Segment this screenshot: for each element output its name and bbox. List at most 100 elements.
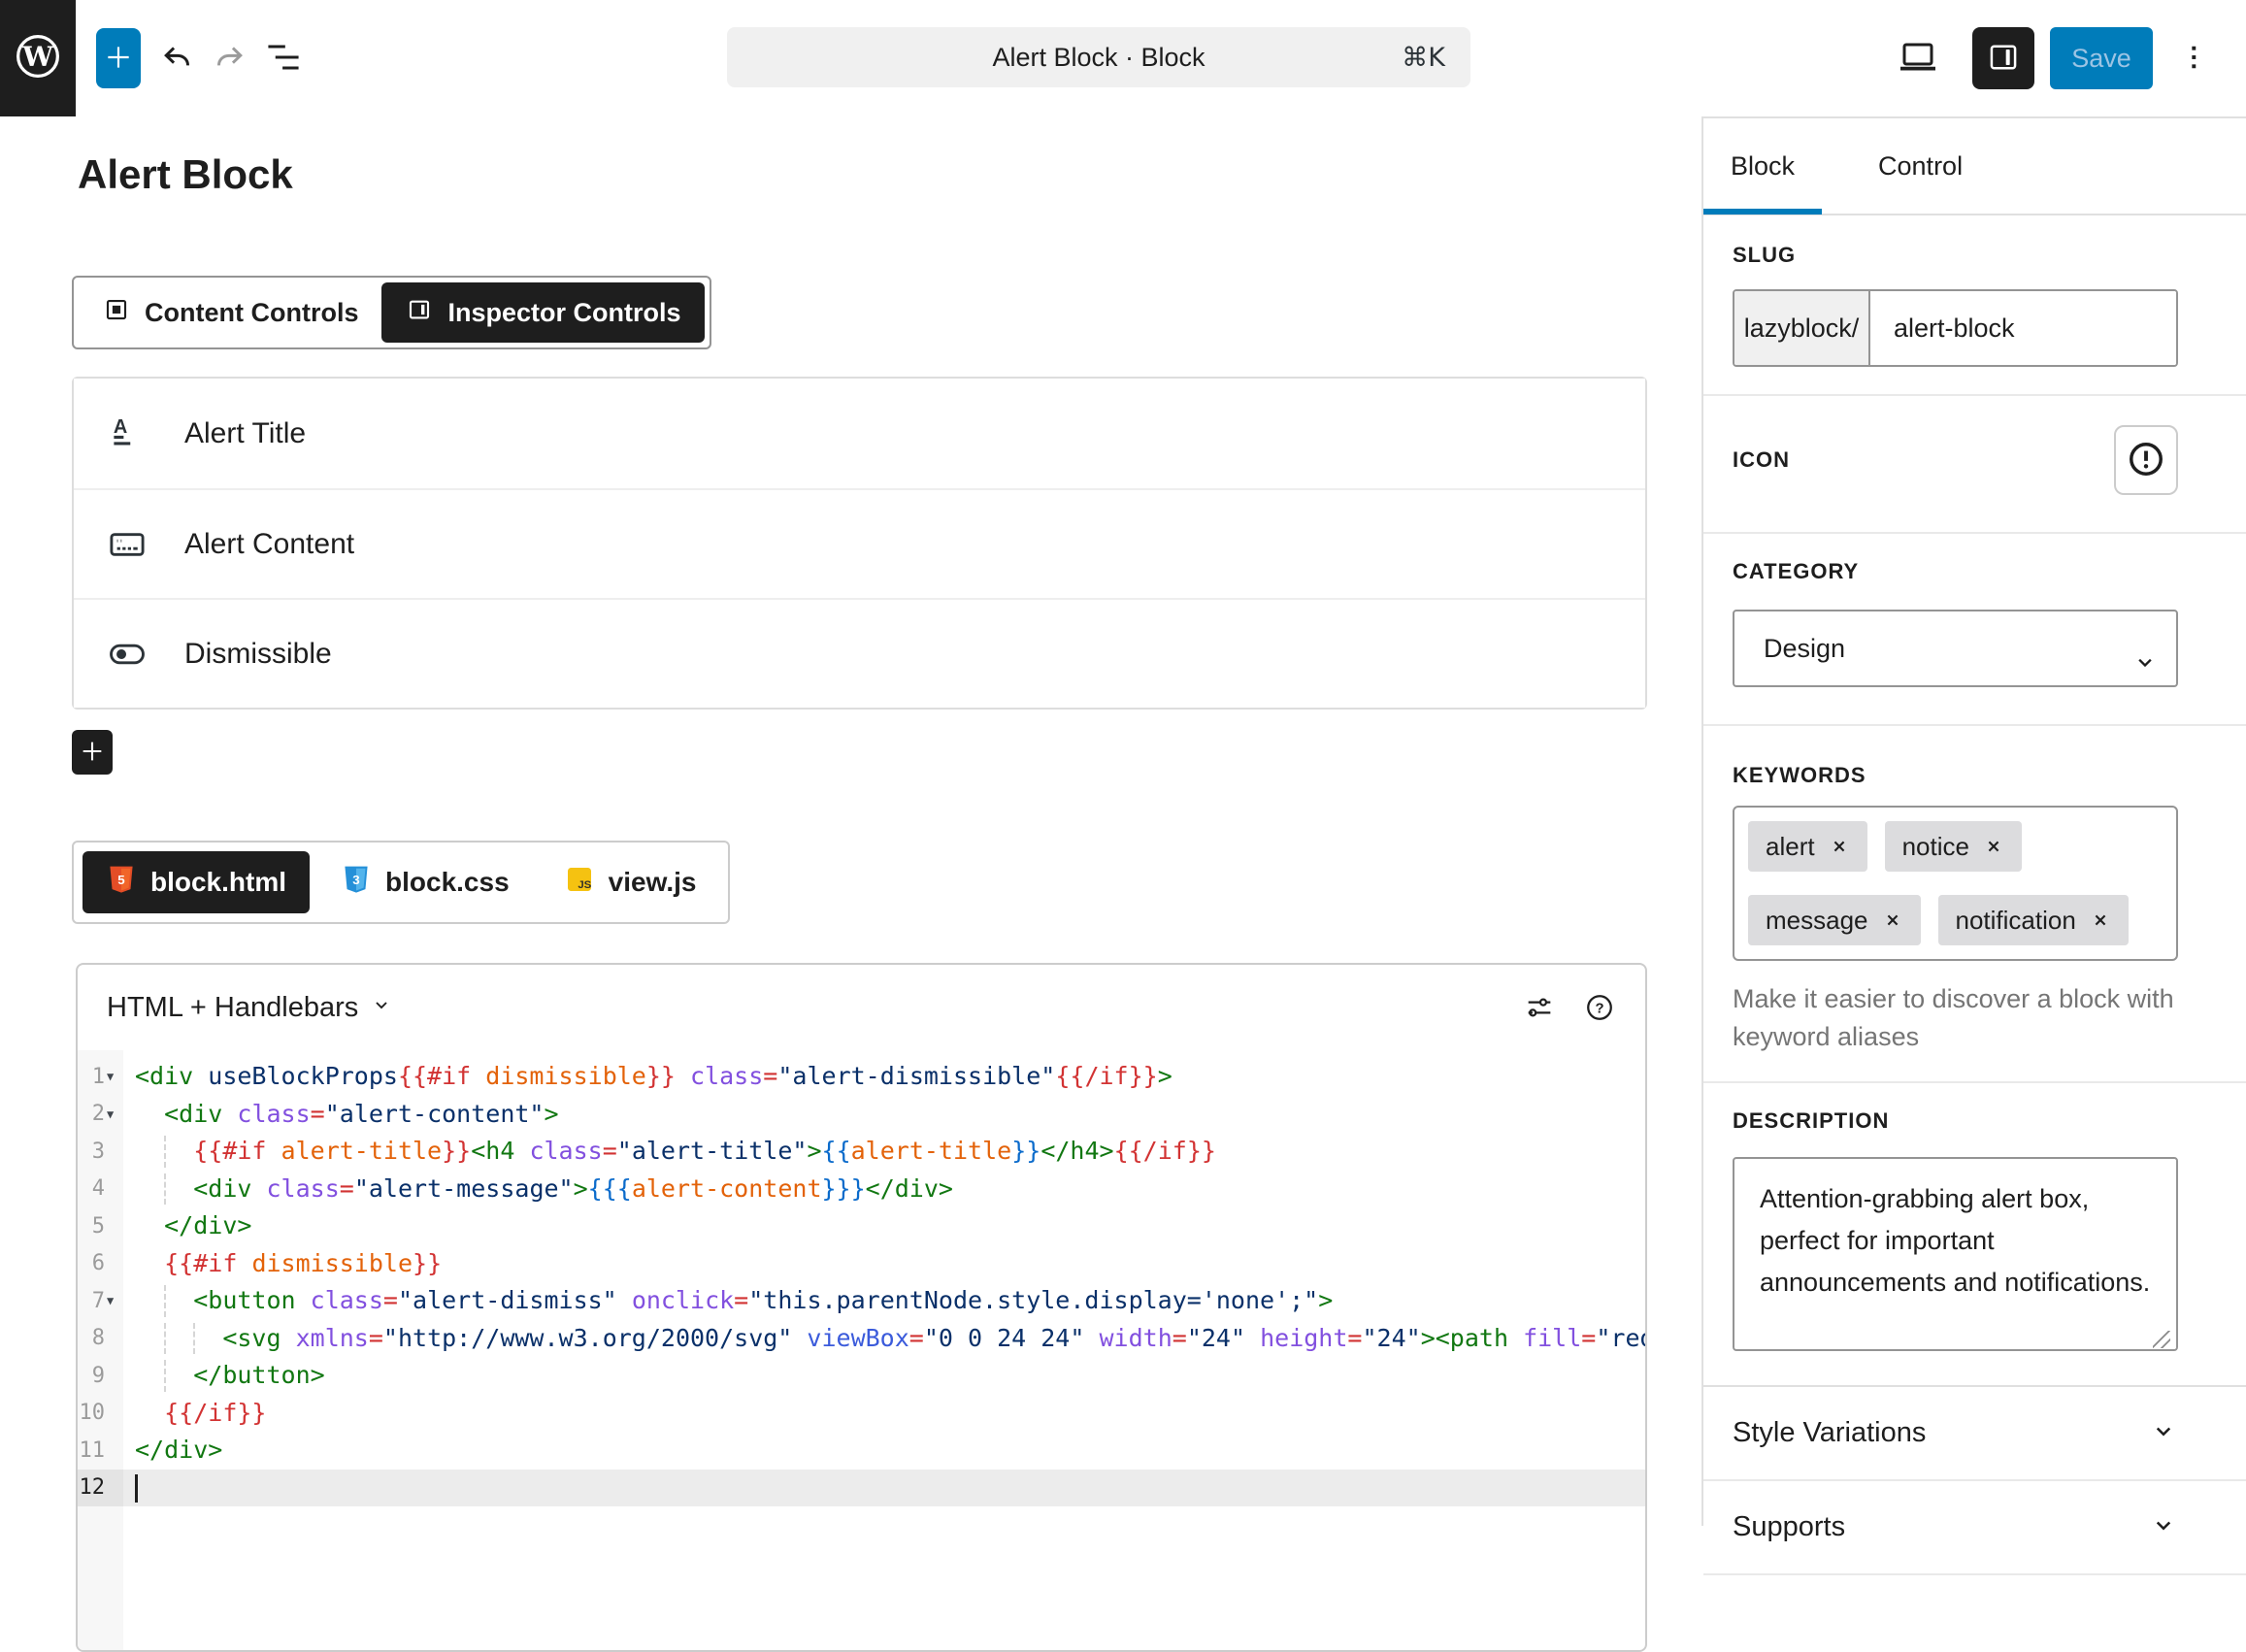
line-number: 5: [78, 1207, 123, 1245]
block-constructor-main: Alert Block Content Controls Inspector Co…: [78, 116, 1647, 1526]
add-control-button[interactable]: [72, 730, 113, 775]
wordpress-logo[interactable]: W: [0, 0, 76, 116]
sidebar-panel-icon: [1984, 38, 2023, 80]
slug-input[interactable]: [1870, 291, 2178, 365]
editor-settings-button[interactable]: [1523, 991, 1556, 1024]
code-line-5: 5 </div>: [78, 1207, 1645, 1245]
fold-arrow-icon[interactable]: ▼: [107, 1070, 118, 1083]
panel-supports[interactable]: Supports: [1703, 1481, 2246, 1575]
keyword-chip-alert: alert: [1748, 821, 1867, 872]
alert-circle-icon: [2125, 438, 2167, 483]
js-icon: JS: [564, 864, 595, 902]
file-tab-label: view.js: [609, 867, 697, 898]
line-number: 4: [78, 1171, 123, 1208]
code-file-tabs: 5block.html3block.css JS view.js: [72, 841, 730, 924]
description-label: DESCRIPTION: [1733, 1108, 2178, 1134]
file-tab-view.js[interactable]: JS view.js: [541, 851, 720, 913]
redo-button[interactable]: [207, 35, 253, 82]
code-line-content: <svg xmlns="http://www.w3.org/2000/svg" …: [123, 1320, 1645, 1358]
indent-guide: [164, 1136, 166, 1168]
category-select[interactable]: Design: [1733, 610, 2178, 687]
undo-button[interactable]: [153, 35, 200, 82]
description-section: DESCRIPTION Attention-grabbing alert box…: [1733, 1083, 2178, 1385]
sliders-icon: [1523, 1012, 1556, 1027]
line-number: 11: [78, 1432, 123, 1470]
wordpress-icon: W: [13, 31, 63, 86]
block-inserter-button[interactable]: [96, 28, 141, 88]
command-palette-bar[interactable]: Alert Block · Block ⌘K: [727, 27, 1470, 87]
settings-sidebar-toggle[interactable]: [1972, 27, 2034, 89]
keyword-chip-notice: notice: [1885, 821, 2022, 872]
controls-list: AAlert TitleAlert ContentDismissible: [72, 377, 1647, 710]
icon-label: ICON: [1733, 447, 1790, 473]
code-line-content: <button class="alert-dismiss" onclick="t…: [123, 1282, 1645, 1320]
icon-picker-button[interactable]: [2114, 425, 2178, 495]
code-editor-header: HTML + Handlebars ?: [78, 965, 1645, 1050]
file-tab-block.html[interactable]: 5block.html: [83, 851, 310, 913]
textarea-field-icon: [105, 522, 149, 567]
control-row-alert-content[interactable]: Alert Content: [74, 488, 1645, 598]
control-row-alert-title[interactable]: AAlert Title: [74, 379, 1645, 488]
code-line-9: 9 </button>: [78, 1357, 1645, 1395]
settings-sidebar: Block Control SLUG lazyblock/ ICON CATEGO…: [1701, 116, 2246, 1526]
list-view-button[interactable]: [260, 35, 307, 82]
remove-keyword-button[interactable]: [2090, 909, 2111, 931]
chevron-down-icon: [2149, 1416, 2178, 1450]
code-line-6: 6 {{#if dismissible}}: [78, 1245, 1645, 1283]
code-line-content: </div>: [123, 1207, 1645, 1245]
css3-icon: 3: [341, 864, 372, 902]
editor-mode-select[interactable]: HTML + Handlebars: [107, 992, 393, 1024]
code-line-10: 10 {{/if}}: [78, 1395, 1645, 1433]
keyword-chip-message: message: [1748, 895, 1921, 945]
svg-text:W: W: [21, 40, 53, 72]
code-editor-panel: HTML + Handlebars ? 1▼<div useBlockProps…: [76, 963, 1647, 1652]
file-tab-block.css[interactable]: 3block.css: [317, 851, 533, 913]
slug-prefix: lazyblock/: [1734, 291, 1870, 365]
keyword-chip-label: alert: [1766, 832, 1815, 862]
line-number: 10: [78, 1395, 123, 1433]
preview-button[interactable]: [1891, 31, 1945, 85]
sidebar-tab-block[interactable]: Block: [1703, 118, 1822, 214]
remove-keyword-button[interactable]: [1829, 836, 1850, 857]
control-row-dismissible[interactable]: Dismissible: [74, 598, 1645, 708]
page-title: Alert Block: [78, 151, 293, 198]
redo-icon: [209, 36, 251, 82]
slug-section: SLUG lazyblock/: [1733, 215, 2178, 394]
code-line-content: [123, 1470, 1645, 1507]
category-label: CATEGORY: [1733, 559, 2178, 584]
html5-icon: 5: [106, 864, 137, 902]
code-line-2: 2▼ <div class="alert-content">: [78, 1096, 1645, 1134]
remove-keyword-button[interactable]: [1882, 909, 1903, 931]
code-line-content: </div>: [123, 1432, 1645, 1470]
block-square-icon: [102, 295, 131, 331]
description-textarea[interactable]: Attention-grabbing alert box, perfect fo…: [1733, 1157, 2178, 1351]
fold-arrow-icon[interactable]: ▼: [107, 1107, 118, 1121]
keyword-chip-notification: notification: [1938, 895, 2129, 945]
panel-style-variations[interactable]: Style Variations: [1703, 1387, 2246, 1481]
fold-arrow-icon[interactable]: ▼: [107, 1294, 118, 1307]
svg-text:JS: JS: [578, 878, 591, 890]
list-view-icon: [262, 36, 305, 82]
svg-text:5: 5: [117, 873, 125, 887]
sidebar-tab-control[interactable]: Control: [1851, 118, 1990, 214]
options-menu-button[interactable]: [2170, 35, 2217, 82]
toggle-field-icon: [105, 632, 149, 677]
save-button[interactable]: Save: [2050, 27, 2153, 89]
line-number: 2▼: [78, 1096, 123, 1134]
placement-tab-content-controls[interactable]: Content Controls: [79, 282, 381, 343]
code-line-content: <div class="alert-content">: [123, 1096, 1645, 1134]
text-field-icon: A: [105, 412, 149, 456]
document-title: Alert Block · Block: [992, 43, 1205, 73]
placement-tab-inspector-controls[interactable]: Inspector Controls: [381, 282, 704, 343]
keywords-input[interactable]: alert notice message notification: [1733, 806, 2178, 961]
remove-keyword-button[interactable]: [1983, 836, 2004, 857]
slug-input-group: lazyblock/: [1733, 289, 2178, 367]
placement-tab-label: Inspector Controls: [447, 298, 680, 328]
editor-help-button[interactable]: ?: [1583, 991, 1616, 1024]
line-number: 7▼: [78, 1282, 123, 1320]
keywords-label: KEYWORDS: [1733, 763, 2178, 788]
code-editor-textarea[interactable]: 1▼<div useBlockProps{{#if dismissible}} …: [78, 1050, 1645, 1652]
indent-guide: [164, 1285, 166, 1317]
chevron-down-icon: [2149, 1510, 2178, 1544]
indent-guide: [164, 1323, 166, 1355]
